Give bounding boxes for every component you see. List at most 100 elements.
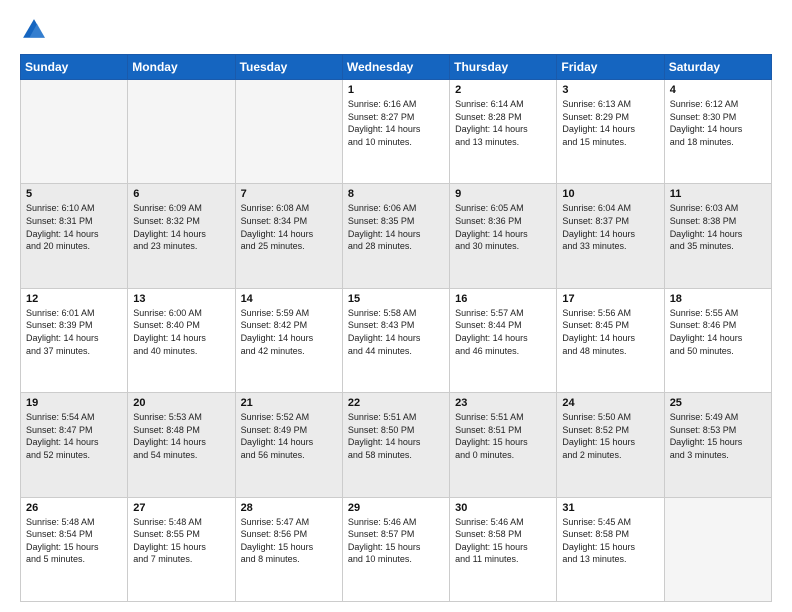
calendar-week-row: 5 Sunrise: 6:10 AM Sunset: 8:31 PM Daylig… <box>21 184 772 288</box>
calendar-cell: 2 Sunrise: 6:14 AM Sunset: 8:28 PM Daylig… <box>450 80 557 184</box>
day-info: Sunrise: 5:50 AM Sunset: 8:52 PM Dayligh… <box>562 411 658 461</box>
day-info: Sunrise: 5:53 AM Sunset: 8:48 PM Dayligh… <box>133 411 229 461</box>
day-info: Sunrise: 6:05 AM Sunset: 8:36 PM Dayligh… <box>455 202 551 252</box>
day-number: 16 <box>455 293 551 305</box>
calendar-cell: 27 Sunrise: 5:48 AM Sunset: 8:55 PM Dayli… <box>128 497 235 601</box>
day-number: 6 <box>133 188 229 200</box>
day-number: 8 <box>348 188 444 200</box>
day-number: 2 <box>455 84 551 96</box>
logo <box>20 16 52 44</box>
day-info: Sunrise: 6:14 AM Sunset: 8:28 PM Dayligh… <box>455 98 551 148</box>
header-sunday: Sunday <box>21 55 128 80</box>
day-number: 14 <box>241 293 337 305</box>
day-number: 3 <box>562 84 658 96</box>
calendar-cell: 8 Sunrise: 6:06 AM Sunset: 8:35 PM Daylig… <box>342 184 449 288</box>
calendar-cell: 21Sunrise: 5:52 AM Sunset: 8:49 PM Dayli… <box>235 393 342 497</box>
calendar-cell: 26 Sunrise: 5:48 AM Sunset: 8:54 PM Dayli… <box>21 497 128 601</box>
day-number: 25 <box>670 397 766 409</box>
day-info: Sunrise: 5:59 AM Sunset: 8:42 PM Dayligh… <box>241 307 337 357</box>
calendar-week-row: 26 Sunrise: 5:48 AM Sunset: 8:54 PM Dayli… <box>21 497 772 601</box>
day-info: Sunrise: 6:13 AM Sunset: 8:29 PM Dayligh… <box>562 98 658 148</box>
calendar-cell: 18Sunrise: 5:55 AM Sunset: 8:46 PM Dayli… <box>664 288 771 392</box>
logo-icon <box>20 16 48 44</box>
day-number: 23 <box>455 397 551 409</box>
calendar-cell: 22 Sunrise: 5:51 AM Sunset: 8:50 PM Dayli… <box>342 393 449 497</box>
day-number: 9 <box>455 188 551 200</box>
header-monday: Monday <box>128 55 235 80</box>
day-info: Sunrise: 5:52 AM Sunset: 8:49 PM Dayligh… <box>241 411 337 461</box>
day-info: Sunrise: 5:51 AM Sunset: 8:50 PM Dayligh… <box>348 411 444 461</box>
day-number: 22 <box>348 397 444 409</box>
day-number: 24 <box>562 397 658 409</box>
calendar-cell: 10Sunrise: 6:04 AM Sunset: 8:37 PM Dayli… <box>557 184 664 288</box>
day-info: Sunrise: 5:46 AM Sunset: 8:57 PM Dayligh… <box>348 516 444 566</box>
calendar-table: Sunday Monday Tuesday Wednesday Thursday… <box>20 54 772 602</box>
calendar-cell: 3 Sunrise: 6:13 AM Sunset: 8:29 PM Daylig… <box>557 80 664 184</box>
calendar-cell: 31Sunrise: 5:45 AM Sunset: 8:58 PM Dayli… <box>557 497 664 601</box>
header-friday: Friday <box>557 55 664 80</box>
header-tuesday: Tuesday <box>235 55 342 80</box>
calendar-week-row: 1Sunrise: 6:16 AM Sunset: 8:27 PM Daylig… <box>21 80 772 184</box>
calendar-header-row: Sunday Monday Tuesday Wednesday Thursday… <box>21 55 772 80</box>
header-thursday: Thursday <box>450 55 557 80</box>
calendar-cell <box>664 497 771 601</box>
calendar-cell: 5 Sunrise: 6:10 AM Sunset: 8:31 PM Daylig… <box>21 184 128 288</box>
calendar-cell: 4Sunrise: 6:12 AM Sunset: 8:30 PM Daylig… <box>664 80 771 184</box>
day-number: 10 <box>562 188 658 200</box>
day-number: 31 <box>562 502 658 514</box>
calendar-cell: 14 Sunrise: 5:59 AM Sunset: 8:42 PM Dayli… <box>235 288 342 392</box>
day-info: Sunrise: 6:03 AM Sunset: 8:38 PM Dayligh… <box>670 202 766 252</box>
day-info: Sunrise: 6:06 AM Sunset: 8:35 PM Dayligh… <box>348 202 444 252</box>
day-number: 29 <box>348 502 444 514</box>
day-number: 15 <box>348 293 444 305</box>
day-info: Sunrise: 5:47 AM Sunset: 8:56 PM Dayligh… <box>241 516 337 566</box>
day-info: Sunrise: 5:55 AM Sunset: 8:46 PM Dayligh… <box>670 307 766 357</box>
calendar-cell: 6 Sunrise: 6:09 AM Sunset: 8:32 PM Daylig… <box>128 184 235 288</box>
header <box>20 16 772 44</box>
day-info: Sunrise: 6:01 AM Sunset: 8:39 PM Dayligh… <box>26 307 122 357</box>
day-number: 19 <box>26 397 122 409</box>
day-info: Sunrise: 6:00 AM Sunset: 8:40 PM Dayligh… <box>133 307 229 357</box>
day-info: Sunrise: 5:49 AM Sunset: 8:53 PM Dayligh… <box>670 411 766 461</box>
calendar-cell: 9 Sunrise: 6:05 AM Sunset: 8:36 PM Daylig… <box>450 184 557 288</box>
calendar-cell: 28Sunrise: 5:47 AM Sunset: 8:56 PM Dayli… <box>235 497 342 601</box>
page: Sunday Monday Tuesday Wednesday Thursday… <box>0 0 792 612</box>
calendar-cell: 11Sunrise: 6:03 AM Sunset: 8:38 PM Dayli… <box>664 184 771 288</box>
calendar-cell: 23Sunrise: 5:51 AM Sunset: 8:51 PM Dayli… <box>450 393 557 497</box>
calendar-week-row: 19Sunrise: 5:54 AM Sunset: 8:47 PM Dayli… <box>21 393 772 497</box>
day-info: Sunrise: 5:57 AM Sunset: 8:44 PM Dayligh… <box>455 307 551 357</box>
day-info: Sunrise: 6:09 AM Sunset: 8:32 PM Dayligh… <box>133 202 229 252</box>
day-info: Sunrise: 5:46 AM Sunset: 8:58 PM Dayligh… <box>455 516 551 566</box>
calendar-cell: 30Sunrise: 5:46 AM Sunset: 8:58 PM Dayli… <box>450 497 557 601</box>
day-number: 4 <box>670 84 766 96</box>
day-number: 13 <box>133 293 229 305</box>
calendar-cell: 17 Sunrise: 5:56 AM Sunset: 8:45 PM Dayli… <box>557 288 664 392</box>
day-number: 26 <box>26 502 122 514</box>
calendar-cell: 7 Sunrise: 6:08 AM Sunset: 8:34 PM Daylig… <box>235 184 342 288</box>
calendar-cell: 25 Sunrise: 5:49 AM Sunset: 8:53 PM Dayli… <box>664 393 771 497</box>
header-wednesday: Wednesday <box>342 55 449 80</box>
day-number: 20 <box>133 397 229 409</box>
day-number: 1 <box>348 84 444 96</box>
calendar-cell: 13 Sunrise: 6:00 AM Sunset: 8:40 PM Dayli… <box>128 288 235 392</box>
calendar-cell: 29 Sunrise: 5:46 AM Sunset: 8:57 PM Dayli… <box>342 497 449 601</box>
calendar-cell: 1Sunrise: 6:16 AM Sunset: 8:27 PM Daylig… <box>342 80 449 184</box>
day-info: Sunrise: 5:56 AM Sunset: 8:45 PM Dayligh… <box>562 307 658 357</box>
day-info: Sunrise: 6:10 AM Sunset: 8:31 PM Dayligh… <box>26 202 122 252</box>
calendar-cell <box>128 80 235 184</box>
day-info: Sunrise: 5:48 AM Sunset: 8:55 PM Dayligh… <box>133 516 229 566</box>
day-number: 7 <box>241 188 337 200</box>
calendar-cell: 12 Sunrise: 6:01 AM Sunset: 8:39 PM Dayli… <box>21 288 128 392</box>
calendar-cell: 15 Sunrise: 5:58 AM Sunset: 8:43 PM Dayli… <box>342 288 449 392</box>
calendar-cell: 19Sunrise: 5:54 AM Sunset: 8:47 PM Dayli… <box>21 393 128 497</box>
day-number: 5 <box>26 188 122 200</box>
day-number: 27 <box>133 502 229 514</box>
day-info: Sunrise: 5:58 AM Sunset: 8:43 PM Dayligh… <box>348 307 444 357</box>
header-saturday: Saturday <box>664 55 771 80</box>
day-info: Sunrise: 5:48 AM Sunset: 8:54 PM Dayligh… <box>26 516 122 566</box>
day-number: 17 <box>562 293 658 305</box>
day-info: Sunrise: 6:08 AM Sunset: 8:34 PM Dayligh… <box>241 202 337 252</box>
calendar-cell <box>21 80 128 184</box>
day-number: 12 <box>26 293 122 305</box>
calendar-cell <box>235 80 342 184</box>
